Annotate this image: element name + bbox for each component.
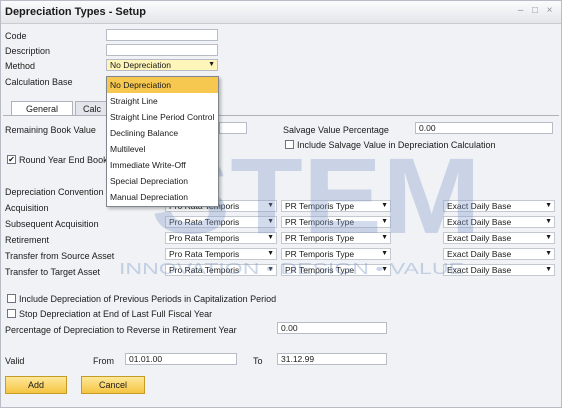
method-option[interactable]: No Depreciation <box>107 77 218 93</box>
salvage-value-percentage-input[interactable]: 0.00 <box>415 122 553 134</box>
close-icon[interactable]: × <box>544 5 555 16</box>
window-controls: – □ × <box>515 5 555 19</box>
setup-window: Depreciation Types - Setup – □ × Code De… <box>0 0 562 408</box>
convention-method-select[interactable]: Pro Rata Temporis ▼ <box>165 232 277 244</box>
description-label: Description <box>5 46 51 56</box>
convention-method-value: Pro Rata Temporis <box>169 217 240 227</box>
chevron-down-icon: ▼ <box>545 234 552 241</box>
chevron-down-icon: ▼ <box>381 202 388 209</box>
chevron-down-icon: ▼ <box>545 202 552 209</box>
calculation-base-label: Calculation Base <box>5 77 73 87</box>
pct-reverse-label: Percentage of Depreciation to Reverse in… <box>5 325 237 335</box>
convention-type-select[interactable]: PR Temporis Type ▼ <box>281 248 391 260</box>
method-option[interactable]: Manual Depreciation <box>107 189 218 205</box>
minimize-icon[interactable]: – <box>515 5 526 16</box>
maximize-icon[interactable]: □ <box>530 5 541 16</box>
chevron-down-icon: ▼ <box>381 218 388 225</box>
include-prev-periods-label: Include Depreciation of Previous Periods… <box>19 294 277 304</box>
convention-type-value: PR Temporis Type <box>285 217 355 227</box>
code-input[interactable] <box>106 29 218 41</box>
chevron-down-icon: ▼ <box>545 266 552 273</box>
valid-to-label: To <box>253 356 263 366</box>
convention-type-select[interactable]: PR Temporis Type ▼ <box>281 216 391 228</box>
method-select[interactable]: No Depreciation ▼ <box>106 59 218 71</box>
convention-type-value: PR Temporis Type <box>285 233 355 243</box>
convention-type-value: PR Temporis Type <box>285 265 355 275</box>
convention-label: Retirement <box>5 235 50 245</box>
convention-base-select[interactable]: Exact Daily Base ▼ <box>443 232 555 244</box>
convention-label: Acquisition <box>5 203 49 213</box>
method-dropdown-list: No Depreciation Straight Line Straight L… <box>106 76 219 207</box>
convention-base-select[interactable]: Exact Daily Base ▼ <box>443 216 555 228</box>
chevron-down-icon: ▼ <box>267 250 274 257</box>
convention-base-value: Exact Daily Base <box>447 201 512 211</box>
include-salvage-label: Include Salvage Value in Depreciation Ca… <box>297 140 496 150</box>
chevron-down-icon: ▼ <box>545 218 552 225</box>
code-label: Code <box>5 31 27 41</box>
method-option[interactable]: Straight Line <box>107 93 218 109</box>
convention-base-select[interactable]: Exact Daily Base ▼ <box>443 248 555 260</box>
method-option[interactable]: Multilevel <box>107 141 218 157</box>
valid-from-label: From <box>93 356 114 366</box>
chevron-down-icon: ▼ <box>545 250 552 257</box>
title-bar[interactable]: Depreciation Types - Setup – □ × <box>1 1 561 24</box>
include-salvage-checkbox[interactable] <box>285 140 294 149</box>
stop-depreciation-label: Stop Depreciation at End of Last Full Fi… <box>19 309 213 319</box>
valid-label: Valid <box>5 356 25 366</box>
convention-label: Transfer from Source Asset <box>5 251 115 261</box>
convention-base-value: Exact Daily Base <box>447 265 512 275</box>
remaining-book-value-label: Remaining Book Value <box>5 125 96 135</box>
chevron-down-icon: ▼ <box>381 250 388 257</box>
valid-from-input[interactable]: 01.01.00 <box>125 353 237 365</box>
convention-method-value: Pro Rata Temporis <box>169 249 240 259</box>
window-title: Depreciation Types - Setup <box>5 6 146 18</box>
tab-general[interactable]: General <box>11 101 73 116</box>
convention-method-select[interactable]: Pro Rata Temporis ▼ <box>165 264 277 276</box>
add-button[interactable]: Add <box>5 376 67 394</box>
tab-calc[interactable]: Calc <box>75 101 109 116</box>
convention-base-select[interactable]: Exact Daily Base ▼ <box>443 264 555 276</box>
chevron-down-icon: ▼ <box>267 218 274 225</box>
tab-divider <box>3 115 559 116</box>
method-option[interactable]: Declining Balance <box>107 125 218 141</box>
convention-base-value: Exact Daily Base <box>447 249 512 259</box>
method-label: Method <box>5 61 36 71</box>
chevron-down-icon: ▼ <box>208 61 215 68</box>
convention-label: Subsequent Acquisition <box>5 219 99 229</box>
depreciation-convention-label: Depreciation Convention <box>5 187 104 197</box>
convention-base-value: Exact Daily Base <box>447 233 512 243</box>
method-option[interactable]: Straight Line Period Control <box>107 109 218 125</box>
chevron-down-icon: ▼ <box>267 202 274 209</box>
convention-method-value: Pro Rata Temporis <box>169 233 240 243</box>
convention-type-value: PR Temporis Type <box>285 201 355 211</box>
chevron-down-icon: ▼ <box>267 266 274 273</box>
method-option[interactable]: Immediate Write-Off <box>107 157 218 173</box>
convention-type-select[interactable]: PR Temporis Type ▼ <box>281 200 391 212</box>
method-value: No Depreciation <box>110 60 171 70</box>
valid-to-input[interactable]: 31.12.99 <box>277 353 387 365</box>
convention-method-value: Pro Rata Temporis <box>169 265 240 275</box>
convention-type-select[interactable]: PR Temporis Type ▼ <box>281 264 391 276</box>
stop-depreciation-checkbox[interactable] <box>7 309 16 318</box>
convention-type-select[interactable]: PR Temporis Type ▼ <box>281 232 391 244</box>
salvage-value-percentage-label: Salvage Value Percentage <box>283 125 389 135</box>
convention-label: Transfer to Target Asset <box>5 267 101 277</box>
convention-base-select[interactable]: Exact Daily Base ▼ <box>443 200 555 212</box>
pct-reverse-input[interactable]: 0.00 <box>277 322 387 334</box>
chevron-down-icon: ▼ <box>381 234 388 241</box>
chevron-down-icon: ▼ <box>267 234 274 241</box>
description-input[interactable] <box>106 44 218 56</box>
remaining-book-value-input[interactable] <box>219 122 247 134</box>
convention-method-select[interactable]: Pro Rata Temporis ▼ <box>165 248 277 260</box>
include-prev-periods-checkbox[interactable] <box>7 294 16 303</box>
chevron-down-icon: ▼ <box>381 266 388 273</box>
round-year-end-checkbox[interactable]: ✔ <box>7 155 16 164</box>
convention-base-value: Exact Daily Base <box>447 217 512 227</box>
cancel-button[interactable]: Cancel <box>81 376 145 394</box>
convention-type-value: PR Temporis Type <box>285 249 355 259</box>
convention-method-select[interactable]: Pro Rata Temporis ▼ <box>165 216 277 228</box>
method-option[interactable]: Special Depreciation <box>107 173 218 189</box>
